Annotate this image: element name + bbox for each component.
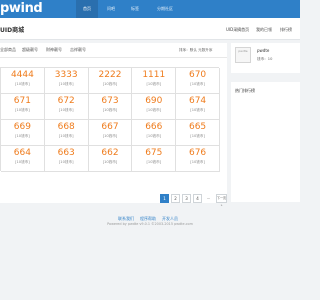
uid-number[interactable]: 663 (45, 148, 88, 158)
uid-price: [10钱币] (102, 82, 118, 86)
page-title: UID商城 (0, 27, 25, 34)
tab-all[interactable]: 全部商品 (0, 47, 16, 53)
uid-grid: 4444 [10钱币] 3333 [10钱币] 2222 [10钱币] 1111 [10钱币]… (0, 67, 220, 172)
uid-price: [10钱币] (190, 82, 205, 86)
next-page-button[interactable]: 下一页 » (216, 194, 227, 207)
ranking-panel: 热门排行榜 (231, 82, 300, 202)
avatar[interactable]: pwdte (235, 47, 251, 63)
uid-price: [10钱币] (190, 108, 205, 112)
uid-number[interactable]: 4444 (1, 70, 44, 80)
uid-price: [10钱币] (15, 134, 30, 138)
uid-number[interactable]: 664 (1, 148, 44, 158)
main-panel: 全部商品 超级靓号 财神靓号 吉祥靓号 排序：默认 元数升序 4444 [10钱币… (0, 43, 227, 207)
username[interactable]: pwdte (257, 48, 269, 53)
uid-number[interactable]: 675 (132, 148, 175, 158)
tab-super[interactable]: 超级靓号 (22, 47, 38, 53)
uid-number[interactable]: 1111 (132, 70, 175, 80)
uid-price: [10钱币] (102, 108, 118, 112)
uid-number[interactable]: 671 (1, 96, 44, 106)
uid-card[interactable]: 662 [10钱币] (88, 146, 133, 172)
nav-item-community[interactable]: 分期社区 (148, 0, 182, 18)
uid-card[interactable]: 671 [10钱币] (1, 94, 45, 120)
uid-price: [10钱币] (146, 160, 162, 164)
uid-price: [10钱币] (102, 160, 118, 164)
uid-card[interactable]: 1111 [10钱币] (132, 68, 177, 94)
uid-price: [10钱币] (58, 82, 74, 86)
uid-card[interactable]: 675 [10钱币] (132, 146, 177, 172)
uid-price: [10钱币] (146, 108, 162, 112)
copyright: Powered by pwdte v9.0.1 ©2003-2015 pwdte… (107, 222, 193, 226)
nav-item-tags[interactable]: 标签 (124, 0, 146, 18)
uid-price: [10钱币] (15, 108, 30, 112)
user-card: pwdte pwdte 钱币：10 (231, 43, 300, 73)
leaderboard-link[interactable]: 排行榜 (280, 27, 292, 33)
uid-number[interactable]: 672 (45, 96, 88, 106)
uid-card[interactable]: 666 [10钱币] (132, 120, 177, 146)
uid-card[interactable]: 673 [10钱币] (88, 94, 133, 120)
uid-price: [10钱币] (146, 134, 162, 138)
uid-card[interactable]: 676 [10钱币] (176, 146, 220, 172)
uid-number[interactable]: 665 (176, 122, 219, 132)
uid-price: [10钱币] (102, 134, 118, 138)
uid-card[interactable]: 665 [10钱币] (176, 120, 220, 146)
page-2-button[interactable]: 2 (171, 194, 180, 203)
uid-card[interactable]: 690 [10钱币] (132, 94, 177, 120)
uid-number[interactable]: 668 (45, 122, 88, 132)
uid-price: [10钱币] (146, 82, 162, 86)
uid-price: [10钱币] (15, 82, 30, 86)
sort-options[interactable]: 排序：默认 元数升序 (179, 48, 213, 53)
tab-lucky[interactable]: 吉祥靓号 (70, 47, 86, 53)
uid-card[interactable]: 664 [10钱币] (1, 146, 45, 172)
uid-home-link[interactable]: UID采摘首页 (226, 27, 249, 33)
coin-balance: 钱币：10 (257, 57, 273, 61)
uid-number[interactable]: 673 (89, 96, 132, 106)
page-1-button[interactable]: 1 (160, 194, 169, 203)
page-4-button[interactable]: 4 (193, 194, 202, 203)
tab-wealth[interactable]: 财神靓号 (46, 47, 62, 53)
uid-card[interactable]: 668 [10钱币] (44, 120, 89, 146)
uid-card[interactable]: 667 [10钱币] (88, 120, 133, 146)
uid-number[interactable]: 662 (89, 148, 132, 158)
uid-number[interactable]: 3333 (45, 70, 88, 80)
nav-item-ask[interactable]: 问吧 (100, 0, 122, 18)
my-claimed-link[interactable]: 我的已领 (256, 27, 272, 33)
uid-card[interactable]: 4444 [10钱币] (1, 68, 45, 94)
uid-card[interactable]: 3333 [10钱币] (44, 68, 89, 94)
uid-price: [10钱币] (58, 108, 74, 112)
uid-number[interactable]: 670 (176, 70, 219, 80)
uid-price: [10钱币] (58, 160, 74, 164)
page-3-button[interactable]: 3 (182, 194, 191, 203)
uid-number[interactable]: 676 (176, 148, 219, 158)
top-navbar: pwind 首页 问吧 标签 分期社区 (0, 0, 300, 18)
page-ellipsis: ... (206, 195, 211, 200)
pagination: 1 2 3 4 ... 下一页 » (0, 194, 227, 207)
uid-number[interactable]: 669 (1, 122, 44, 132)
uid-number[interactable]: 666 (132, 122, 175, 132)
nav-item-home[interactable]: 首页 (76, 0, 98, 18)
ranking-title: 热门排行榜 (235, 88, 255, 93)
uid-price: [10钱币] (190, 134, 205, 138)
uid-card[interactable]: 674 [10钱币] (176, 94, 220, 120)
uid-card[interactable]: 672 [10钱币] (44, 94, 89, 120)
uid-number[interactable]: 690 (132, 96, 175, 106)
sub-header: UID商城 UID采摘首页 我的已领 排行榜 (0, 18, 300, 40)
site-logo[interactable]: pwind (0, 1, 43, 16)
uid-number[interactable]: 667 (89, 122, 132, 132)
uid-price: [10钱币] (58, 134, 74, 138)
uid-number[interactable]: 2222 (89, 70, 132, 80)
uid-price: [10钱币] (15, 160, 30, 164)
uid-number[interactable]: 674 (176, 96, 219, 106)
uid-card[interactable]: 669 [10钱币] (1, 120, 45, 146)
uid-card[interactable]: 670 [10钱币] (176, 68, 220, 94)
uid-card[interactable]: 663 [10钱币] (44, 146, 89, 172)
uid-price: [10钱币] (190, 160, 205, 164)
uid-card[interactable]: 2222 [10钱币] (88, 68, 133, 94)
